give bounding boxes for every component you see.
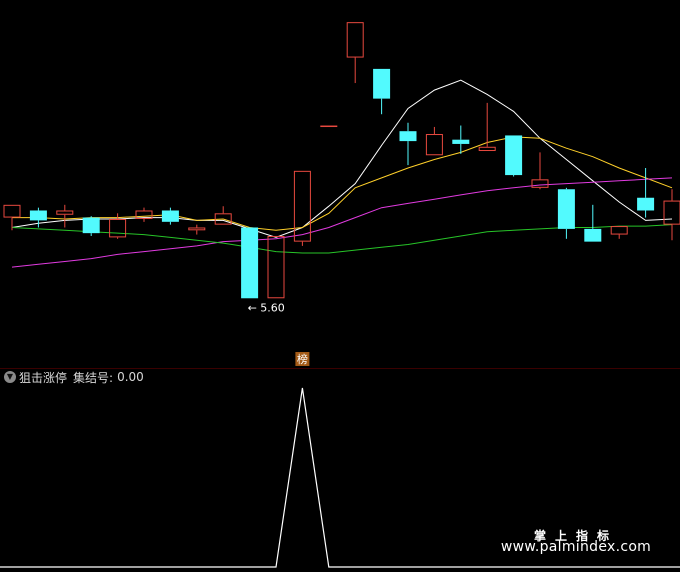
candle-body	[425, 134, 443, 156]
low-price-marker: ← 5.60	[248, 301, 285, 314]
candle	[161, 207, 179, 225]
chart-annotations: ← 5.60 榜	[248, 301, 310, 366]
candle	[267, 235, 285, 299]
candlestick-series	[3, 22, 680, 299]
candle-body	[56, 210, 74, 215]
candle-body	[478, 146, 496, 152]
candle	[82, 216, 100, 236]
candle-body	[29, 210, 47, 221]
indicator-name: 狙击涨停	[19, 370, 68, 385]
candle	[584, 204, 602, 242]
moving-average-lines	[11, 79, 673, 268]
candle	[531, 152, 549, 190]
candle	[610, 226, 628, 239]
candle	[399, 122, 417, 166]
candle	[135, 207, 153, 222]
candle-body	[320, 125, 338, 128]
candle	[320, 125, 338, 128]
candle-body	[452, 139, 470, 144]
candle-body	[399, 131, 417, 142]
candle-body	[610, 226, 628, 235]
indicator-value-label: 集结号:	[73, 370, 114, 385]
candle	[452, 125, 470, 154]
candle-body	[267, 235, 285, 299]
candle-body	[505, 135, 523, 176]
candle	[505, 135, 523, 177]
candle-body	[188, 227, 206, 231]
candle	[663, 189, 680, 241]
candle-body	[637, 197, 655, 211]
candle	[425, 126, 443, 156]
candle-body	[241, 227, 259, 299]
chevron-down-icon[interactable]: ▼	[4, 371, 16, 383]
candle-body	[82, 217, 100, 234]
signal-badge: 榜	[297, 352, 308, 366]
candle-body	[346, 22, 364, 58]
candle	[557, 187, 575, 239]
candle-body	[3, 204, 21, 218]
indicator-header: ▼ 狙击涨停 集结号: 0.00	[4, 369, 144, 385]
candle-body	[557, 189, 575, 229]
indicator-value: 0.00	[117, 370, 144, 384]
candle-body	[373, 68, 391, 99]
candle	[241, 227, 259, 299]
candle	[346, 22, 364, 84]
candle	[188, 224, 206, 235]
candle	[56, 204, 74, 228]
candle-body	[531, 179, 549, 188]
candle-body	[293, 170, 311, 242]
candle-body	[109, 218, 127, 238]
candle-body	[584, 228, 602, 242]
candle	[373, 68, 391, 115]
candle	[478, 102, 496, 152]
candle-body	[161, 210, 179, 222]
stock-chart: ← 5.60 榜	[0, 22, 680, 568]
watermark-url: www.palmindex.com	[500, 539, 652, 555]
candle-body	[663, 200, 680, 225]
